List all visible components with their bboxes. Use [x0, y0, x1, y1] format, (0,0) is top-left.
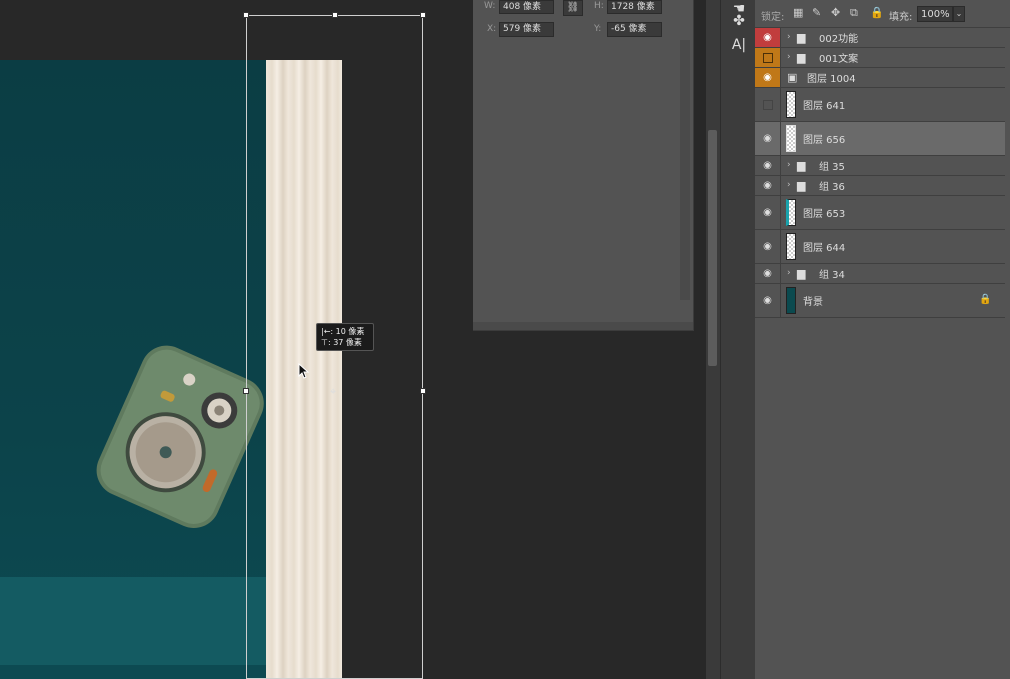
- visibility-eye-icon[interactable]: ◉: [755, 122, 781, 155]
- layer-name: 002功能: [819, 34, 859, 45]
- visibility-toggle-empty[interactable]: [755, 48, 781, 67]
- character-panel-icon[interactable]: A|: [727, 36, 751, 54]
- layer-row-group-35[interactable]: ◉ › ▆ 组 35: [755, 156, 1005, 176]
- expand-chevron-icon[interactable]: ›: [787, 268, 791, 278]
- smart-object-icon: ▣: [787, 71, 798, 84]
- lock-label: 锁定:: [761, 12, 785, 23]
- layer-thumbnail: [786, 287, 796, 314]
- visibility-eye-icon[interactable]: ◉: [755, 196, 781, 229]
- layer-name: 图层 653: [803, 209, 846, 220]
- transform-handle-top-center[interactable]: [332, 12, 338, 18]
- layer-thumbnail: [786, 125, 796, 152]
- expand-chevron-icon[interactable]: ›: [787, 180, 791, 190]
- lock-transparent-icon[interactable]: ▦: [793, 6, 803, 19]
- layer-row-641[interactable]: 图层 641: [755, 88, 1005, 122]
- layer-row-background[interactable]: ◉ 背景 🔒: [755, 284, 1005, 318]
- visibility-eye-icon[interactable]: ◉: [755, 156, 781, 175]
- layer-row-644[interactable]: ◉ 图层 644: [755, 230, 1005, 264]
- folder-icon: ▆: [797, 267, 806, 280]
- layer-row-656[interactable]: ◉ 图层 656: [755, 122, 1005, 156]
- visibility-eye-icon[interactable]: ◉: [755, 28, 781, 47]
- layer-name: 图层 641: [803, 101, 846, 112]
- layer-row-1004[interactable]: ◉ ▣ 图层 1004: [755, 68, 1005, 88]
- layer-name: 001文案: [819, 54, 859, 65]
- properties-scrollbar[interactable]: [680, 40, 690, 300]
- transform-handle-top-left[interactable]: [243, 12, 249, 18]
- transform-handle-middle-left[interactable]: [243, 388, 249, 394]
- tools-column: [720, 0, 755, 679]
- layer-thumbnail: [786, 233, 796, 260]
- lock-icon: 🔒: [979, 294, 992, 305]
- visibility-eye-icon[interactable]: ◉: [755, 230, 781, 263]
- layer-thumbnail: [786, 91, 796, 118]
- y-label: Y:: [594, 24, 602, 34]
- layer-name: 组 34: [819, 270, 845, 281]
- puppet-tool-icon[interactable]: ✤: [727, 12, 751, 30]
- fill-input[interactable]: 100%: [917, 6, 953, 22]
- layer-row-001-copy[interactable]: › ▆ 001文案: [755, 48, 1005, 68]
- lock-image-icon[interactable]: ✎: [812, 6, 821, 19]
- layer-row-group-36[interactable]: ◉ › ▆ 组 36: [755, 176, 1005, 196]
- expand-chevron-icon[interactable]: ›: [787, 32, 791, 42]
- mouse-cursor-icon: [298, 363, 310, 379]
- properties-panel: [473, 0, 694, 331]
- visibility-eye-icon[interactable]: ◉: [755, 284, 781, 317]
- layer-name: 组 35: [819, 162, 845, 173]
- folder-icon: ▆: [797, 179, 806, 192]
- layer-thumbnail: [786, 199, 796, 226]
- transform-center-icon[interactable]: ⌖: [330, 385, 336, 399]
- expand-chevron-icon[interactable]: ›: [787, 52, 791, 62]
- distance-tooltip: |←: 10 像素 ⊤: 37 像素: [316, 323, 374, 351]
- height-label: H:: [594, 1, 604, 11]
- y-position-field[interactable]: -65 像素: [607, 22, 662, 37]
- folder-icon: ▆: [797, 31, 806, 44]
- folder-icon: ▆: [797, 159, 806, 172]
- folder-icon: ▆: [797, 51, 806, 64]
- width-field[interactable]: 408 像素: [499, 0, 554, 14]
- layer-name: 图层 644: [803, 243, 846, 254]
- lock-all-icon[interactable]: 🔒: [870, 6, 884, 19]
- canvas-scroll-thumb[interactable]: [708, 130, 717, 366]
- layer-row-002-functions[interactable]: ◉ › ▆ 002功能: [755, 28, 1005, 48]
- visibility-eye-icon[interactable]: ◉: [755, 68, 781, 87]
- transform-handle-middle-right[interactable]: [420, 388, 426, 394]
- expand-chevron-icon[interactable]: ›: [787, 160, 791, 170]
- layer-name: 图层 656: [803, 135, 846, 146]
- fill-dropdown-chevron-icon[interactable]: ⌄: [953, 6, 965, 22]
- visibility-eye-icon[interactable]: ◉: [755, 176, 781, 195]
- tooltip-vertical-distance: ⊤: 37 像素: [321, 338, 362, 347]
- layer-name: 背景: [803, 297, 823, 308]
- layer-row-653[interactable]: ◉ 图层 653: [755, 196, 1005, 230]
- width-label: W:: [484, 1, 496, 11]
- x-position-field[interactable]: 579 像素: [499, 22, 554, 37]
- tooltip-horizontal-distance: |←: 10 像素: [321, 327, 365, 336]
- x-label: X:: [487, 24, 497, 34]
- lock-position-icon[interactable]: ✥: [831, 6, 840, 19]
- visibility-eye-icon[interactable]: ◉: [755, 264, 781, 283]
- layer-row-group-34[interactable]: ◉ › ▆ 组 34: [755, 264, 1005, 284]
- transform-handle-top-right[interactable]: [420, 12, 426, 18]
- properties-resize-bar[interactable]: [473, 322, 693, 330]
- layer-name: 图层 1004: [807, 74, 856, 85]
- height-field[interactable]: 1728 像素: [607, 0, 662, 14]
- lock-artboard-icon[interactable]: ⧉: [850, 6, 858, 20]
- layer-name: 组 36: [819, 182, 845, 193]
- fill-label: 填充:: [889, 12, 913, 23]
- visibility-toggle-empty[interactable]: [755, 88, 781, 121]
- link-dimensions-icon[interactable]: ⛓: [563, 0, 583, 16]
- teal-floor-artwork: [0, 577, 272, 665]
